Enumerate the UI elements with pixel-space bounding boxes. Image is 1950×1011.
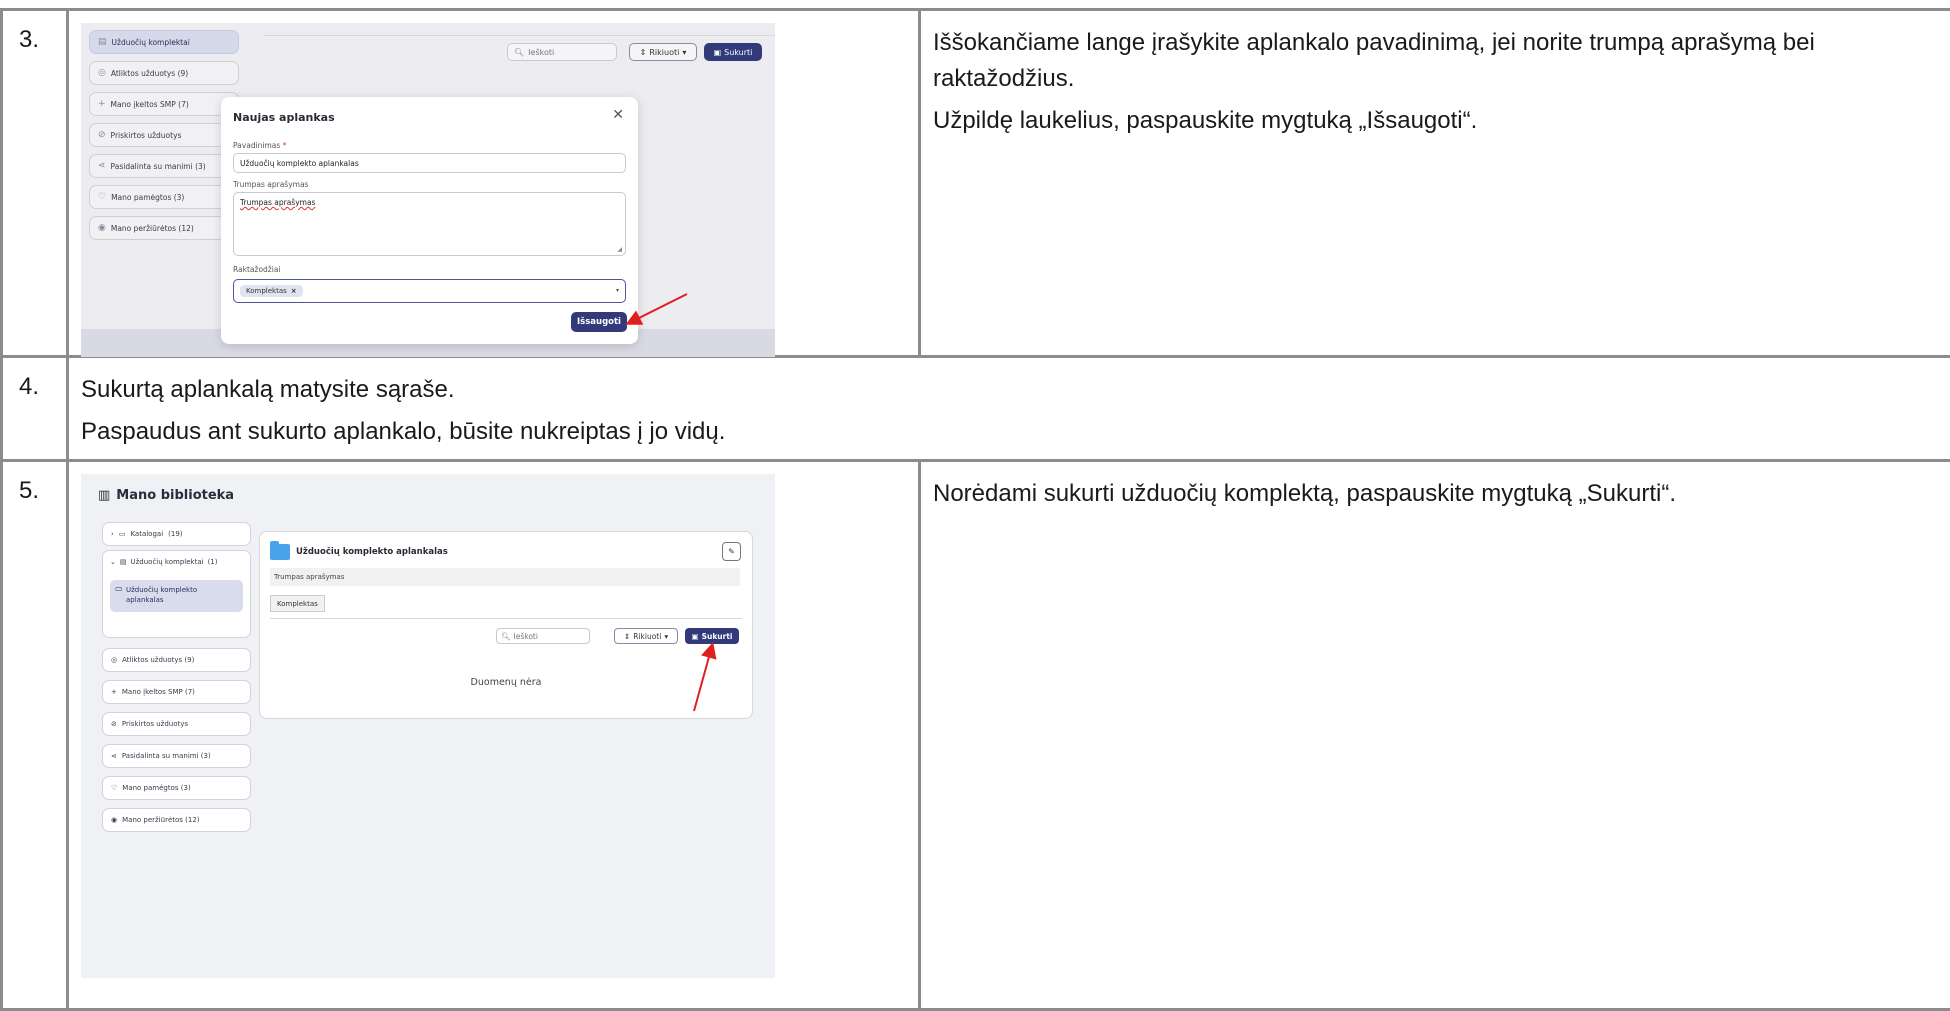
tag-remove-icon[interactable]: × bbox=[291, 287, 297, 295]
link-icon: ⊘ bbox=[111, 720, 117, 728]
sidebar-item-catalogs[interactable]: ›▭Katalogai(19) bbox=[102, 522, 251, 546]
folder-icon: ▭ bbox=[115, 584, 123, 594]
chevron-down-icon: ▾ bbox=[664, 632, 668, 641]
sort-button[interactable]: ⇕Rikiuoti▾ bbox=[629, 43, 697, 61]
folder-icon: ▭ bbox=[119, 530, 126, 538]
description-label: Trumpas aprašymas bbox=[233, 180, 308, 189]
step-instructions: Sukurtą aplankalą matysite sąraše. Paspa… bbox=[68, 357, 1950, 461]
screenshot-library-folder: ▥Mano biblioteka ›▭Katalogai(19) ⌄▤Užduo… bbox=[81, 474, 775, 978]
share-icon: ⋖ bbox=[111, 752, 117, 760]
library-icon: ▥ bbox=[98, 488, 110, 503]
empty-state: Duomenų nėra bbox=[260, 677, 752, 688]
instruction-paragraph: Sukurtą aplankalą matysite sąraše. bbox=[81, 372, 1938, 408]
eye-icon: ◉ bbox=[98, 223, 106, 233]
link-icon: ⊘ bbox=[98, 130, 106, 140]
instruction-paragraph: Norėdami sukurti užduočių komplektą, pas… bbox=[933, 476, 1938, 512]
sidebar-item-viewed[interactable]: ◉Mano peržiūrėtos (12) bbox=[102, 808, 251, 832]
heart-icon: ♡ bbox=[111, 784, 117, 792]
instruction-paragraph: Užpildę laukelius, paspauskite mygtuką „… bbox=[933, 103, 1938, 139]
chevron-down-icon: ⌄ bbox=[110, 558, 116, 566]
sidebar-item-uploaded[interactable]: +Mano įkeltos SMP (7) bbox=[102, 680, 251, 704]
search-icon: 🔍︎ bbox=[501, 632, 511, 641]
folder-icon bbox=[270, 544, 290, 560]
step-number: 5. bbox=[2, 461, 68, 1010]
new-folder-modal: Naujas aplankas ✕ Pavadinimas * Užduočių… bbox=[221, 97, 638, 344]
chevron-right-icon: › bbox=[111, 530, 114, 538]
screenshot-cell: ▤Užduočių komplektai ◎Atliktos užduotys … bbox=[68, 10, 920, 357]
resize-handle-icon[interactable]: ◢ bbox=[617, 246, 622, 253]
sidebar-item-assigned[interactable]: ⊘Priskirtos užduotys bbox=[102, 712, 251, 736]
chevron-down-icon: ▾ bbox=[682, 48, 686, 57]
step-instructions: Iššokančiame lange įrašykite aplankalo p… bbox=[920, 10, 1950, 357]
instruction-paragraph: Iššokančiame lange įrašykite aplankalo p… bbox=[933, 25, 1938, 97]
sidebar-item-task-sets[interactable]: ▤Užduočių komplektai bbox=[89, 30, 239, 54]
check-circle-icon: ◎ bbox=[98, 68, 106, 78]
heart-icon: ♡ bbox=[98, 192, 106, 202]
sidebar-item-liked[interactable]: ♡Mano pamėgtos (3) bbox=[89, 185, 239, 209]
pencil-icon: ✎ bbox=[728, 547, 735, 556]
search-icon: 🔍︎ bbox=[514, 48, 524, 57]
sidebar-item-uploaded[interactable]: +Mano įkeltos SMP (7) bbox=[89, 92, 239, 116]
folder-icon: ▤ bbox=[98, 37, 107, 47]
create-button[interactable]: ▣Sukurti bbox=[685, 628, 739, 644]
description-field[interactable]: Trumpas aprašymas◢ bbox=[233, 192, 626, 256]
divider bbox=[263, 35, 775, 36]
edit-button[interactable]: ✎ bbox=[722, 542, 741, 561]
sidebar-item-liked[interactable]: ♡Mano pamėgtos (3) bbox=[102, 776, 251, 800]
step-row-3: 3. ▤Užduočių komplektai ◎Atliktos užduot… bbox=[2, 10, 1950, 357]
sidebar-item-assigned[interactable]: ⊘Priskirtos užduotys bbox=[89, 123, 239, 147]
step-row-5: 5. ▥Mano biblioteka ›▭Katalogai(19) ⌄▤Už… bbox=[2, 461, 1950, 1010]
sidebar-item-folder[interactable]: ▭Užduočių komplektoaplankalas bbox=[110, 580, 243, 612]
page-title: ▥Mano biblioteka bbox=[98, 488, 234, 503]
folder-icon: ▤ bbox=[120, 558, 127, 566]
instruction-paragraph: Paspaudus ant sukurto aplankalo, būsite … bbox=[81, 414, 1938, 450]
folder-plus-icon: ▣ bbox=[691, 632, 698, 641]
folder-plus-icon: ▣ bbox=[714, 48, 722, 57]
folder-title: Užduočių komplekto aplankalas bbox=[296, 547, 448, 557]
plus-icon: + bbox=[111, 688, 117, 696]
name-field[interactable]: Užduočių komplekto aplankalas bbox=[233, 153, 626, 173]
create-button[interactable]: ▣Sukurti bbox=[704, 43, 762, 61]
sidebar-group-task-sets: ⌄▤Užduočių komplektai(1) ▭Užduočių kompl… bbox=[102, 550, 251, 638]
eye-icon: ◉ bbox=[111, 816, 117, 824]
step-row-4: 4. Sukurtą aplankalą matysite sąraše. Pa… bbox=[2, 357, 1950, 461]
dropdown-icon[interactable]: ▾ bbox=[616, 287, 619, 294]
sidebar-item-viewed[interactable]: ◉Mano peržiūrėtos (12) bbox=[89, 216, 239, 240]
sort-button[interactable]: ⇕Rikiuoti▾ bbox=[614, 628, 678, 644]
sidebar-item-completed[interactable]: ◎Atliktos užduotys (9) bbox=[102, 648, 251, 672]
sidebar-item-shared[interactable]: ⋖Pasidalinta su manimi (3) bbox=[102, 744, 251, 768]
keywords-field[interactable]: Komplektas× ▾ bbox=[233, 279, 626, 303]
share-icon: ⋖ bbox=[98, 161, 106, 171]
close-icon[interactable]: ✕ bbox=[612, 107, 624, 123]
search-input[interactable]: 🔍︎Ieškoti bbox=[507, 43, 617, 61]
save-button[interactable]: Išsaugoti bbox=[571, 312, 627, 332]
modal-title: Naujas aplankas bbox=[233, 111, 335, 124]
step-number: 3. bbox=[2, 10, 68, 357]
plus-icon: + bbox=[98, 99, 106, 109]
screenshot-cell: ▥Mano biblioteka ›▭Katalogai(19) ⌄▤Užduo… bbox=[68, 461, 920, 1010]
keyword-tag: Komplektas× bbox=[240, 285, 303, 297]
screenshot-new-folder-modal: ▤Užduočių komplektai ◎Atliktos užduotys … bbox=[81, 23, 775, 357]
divider bbox=[270, 618, 742, 619]
sidebar-item-completed[interactable]: ◎Atliktos užduotys (9) bbox=[89, 61, 239, 85]
name-label: Pavadinimas * bbox=[233, 141, 286, 150]
search-input[interactable]: 🔍︎Ieškoti bbox=[496, 628, 590, 644]
check-circle-icon: ◎ bbox=[111, 656, 117, 664]
step-instructions: Norėdami sukurti užduočių komplektą, pas… bbox=[920, 461, 1950, 1010]
folder-tag: Komplektas bbox=[270, 595, 325, 612]
keywords-label: Raktažodžiai bbox=[233, 265, 281, 274]
sort-icon: ⇕ bbox=[640, 48, 647, 57]
instruction-table: 3. ▤Užduočių komplektai ◎Atliktos užduot… bbox=[0, 8, 1950, 1011]
step-number: 4. bbox=[2, 357, 68, 461]
sort-icon: ⇕ bbox=[624, 632, 630, 641]
folder-panel: Užduočių komplekto aplankalas ✎ Trumpas … bbox=[259, 531, 753, 719]
sidebar-item-task-sets[interactable]: ⌄▤Užduočių komplektai(1) bbox=[110, 558, 217, 566]
folder-description: Trumpas aprašymas bbox=[270, 568, 740, 586]
sidebar-item-shared[interactable]: ⋖Pasidalinta su manimi (3) bbox=[89, 154, 239, 178]
